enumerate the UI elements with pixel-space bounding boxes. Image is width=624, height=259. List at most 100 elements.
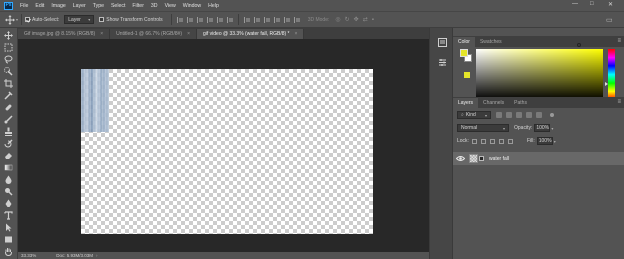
lock-all-icon[interactable] xyxy=(507,138,513,144)
lock-label: Lock: xyxy=(457,138,469,144)
close-icon[interactable]: × xyxy=(187,31,190,37)
layer-thumbnail[interactable] xyxy=(469,154,478,163)
move-tool-preset-icon[interactable] xyxy=(5,14,15,25)
lock-image-icon[interactable] xyxy=(480,138,486,144)
menu-3d[interactable]: 3D xyxy=(151,3,158,9)
canvas-workspace[interactable] xyxy=(18,39,429,252)
rectangle-tool-icon[interactable] xyxy=(4,235,13,244)
marquee-tool-icon[interactable] xyxy=(4,43,13,52)
lock-position-icon[interactable] xyxy=(489,138,495,144)
layer-row[interactable]: water fall xyxy=(453,152,624,165)
chevron-right-icon[interactable]: › xyxy=(96,253,98,258)
distribute-hcenter-icon[interactable] xyxy=(283,16,290,23)
blend-mode-dropdown[interactable]: Normal ▾ xyxy=(457,124,509,132)
path-selection-tool-icon[interactable] xyxy=(4,223,13,232)
lasso-tool-icon[interactable] xyxy=(4,55,13,64)
smart-object-filter-icon[interactable] xyxy=(536,112,542,118)
hand-tool-icon[interactable] xyxy=(4,247,13,256)
history-brush-tool-icon[interactable] xyxy=(4,139,13,148)
hue-slider[interactable] xyxy=(608,49,615,100)
3d-slide-icon[interactable]: ⇄ xyxy=(363,16,368,23)
opacity-input[interactable]: 100% xyxy=(534,124,551,132)
minimize-button[interactable]: — xyxy=(572,1,578,7)
fill-input[interactable]: 100% xyxy=(536,137,553,145)
quick-select-tool-icon[interactable] xyxy=(4,67,13,76)
chevron-down-icon: ▾ xyxy=(88,17,91,22)
menu-edit[interactable]: Edit xyxy=(35,3,44,9)
zoom-level[interactable]: 33.33% xyxy=(21,253,36,258)
menu-filter[interactable]: Filter xyxy=(132,3,144,9)
type-filter-icon[interactable] xyxy=(516,112,522,118)
chevron-down-icon[interactable]: ▾ xyxy=(551,126,553,131)
align-bottom-icon[interactable] xyxy=(196,16,203,23)
tab-gif-image[interactable]: Gif image.jpg @ 8.15% (RGB/8) × xyxy=(18,29,111,39)
color-saturation-field[interactable] xyxy=(476,49,603,100)
3d-orbit-icon[interactable]: ◎ xyxy=(335,16,340,23)
shape-filter-icon[interactable] xyxy=(526,112,532,118)
move-tool-icon[interactable] xyxy=(4,31,13,40)
eraser-tool-icon[interactable] xyxy=(4,151,13,160)
distribute-center-icon[interactable] xyxy=(253,16,260,23)
distribute-right-icon[interactable] xyxy=(293,16,300,23)
close-icon[interactable]: × xyxy=(295,31,298,37)
clone-stamp-tool-icon[interactable] xyxy=(4,127,13,136)
gamut-warning-swatch[interactable] xyxy=(464,72,470,78)
crop-tool-icon[interactable] xyxy=(4,79,13,88)
pen-tool-icon[interactable] xyxy=(4,199,13,208)
color-picker-marker[interactable] xyxy=(577,43,581,47)
tools-panel xyxy=(0,28,18,259)
menu-type[interactable]: Type xyxy=(93,3,104,9)
photoshop-logo: Ps xyxy=(4,1,13,10)
layer-name[interactable]: water fall xyxy=(489,156,509,162)
brush-tool-icon[interactable] xyxy=(4,115,13,124)
eyedropper-tool-icon[interactable] xyxy=(4,91,13,100)
menu-window[interactable]: Window xyxy=(183,3,201,9)
3d-roll-icon[interactable]: ↻ xyxy=(345,16,350,23)
menu-help[interactable]: Help xyxy=(208,3,219,9)
waterfall-image[interactable] xyxy=(81,69,109,132)
menu-image[interactable]: Image xyxy=(51,3,65,9)
menu-layer[interactable]: Layer xyxy=(73,3,86,9)
auto-select-target-dropdown[interactable]: Layer ▾ xyxy=(64,15,95,24)
align-left-icon[interactable] xyxy=(206,16,213,23)
chevron-down-icon[interactable]: ▾ xyxy=(554,139,556,144)
menu-file[interactable]: File xyxy=(20,3,28,9)
distribute-left-icon[interactable] xyxy=(273,16,280,23)
tab-gif-video[interactable]: gif video @ 33.3% (water fall, RGB/8) * … xyxy=(197,29,305,39)
foreground-color-swatch[interactable] xyxy=(460,49,468,57)
tab-untitled-1[interactable]: Untitled-1 @ 66.7% (RGB/8#) × xyxy=(110,29,197,39)
distribute-top-icon[interactable] xyxy=(243,16,250,23)
chevron-down-icon[interactable]: ▾ xyxy=(16,17,18,22)
layer-filter-kind-dropdown[interactable]: ⌕ Kind ▾ xyxy=(457,111,491,119)
align-right-icon[interactable] xyxy=(226,16,233,23)
dodge-tool-icon[interactable] xyxy=(4,187,13,196)
properties-panel-icon[interactable] xyxy=(438,58,447,67)
gradient-tool-icon[interactable] xyxy=(4,163,13,172)
close-window-button[interactable]: ✕ xyxy=(608,1,613,8)
3d-pan-icon[interactable]: ✥ xyxy=(354,16,359,23)
adjustment-filter-icon[interactable] xyxy=(506,112,512,118)
type-tool-icon[interactable] xyxy=(4,211,13,220)
maximize-button[interactable]: □ xyxy=(590,1,594,7)
align-vertical-center-icon[interactable] xyxy=(186,16,193,23)
align-horizontal-center-icon[interactable] xyxy=(216,16,223,23)
pixel-filter-icon[interactable] xyxy=(496,112,502,118)
3d-scale-icon[interactable]: ▪ xyxy=(372,17,374,23)
distribute-bottom-icon[interactable] xyxy=(263,16,270,23)
show-transform-checkbox[interactable] xyxy=(99,17,105,22)
document-canvas[interactable] xyxy=(81,69,373,234)
menu-view[interactable]: View xyxy=(165,3,176,9)
menu-select[interactable]: Select xyxy=(111,3,125,9)
lock-artboard-icon[interactable] xyxy=(498,138,504,144)
healing-brush-tool-icon[interactable] xyxy=(4,103,13,112)
lock-transparency-icon[interactable] xyxy=(471,138,477,144)
history-panel-icon[interactable] xyxy=(438,38,447,47)
filter-toggle-icon[interactable] xyxy=(550,113,554,117)
hue-slider-handle[interactable] xyxy=(605,82,608,86)
blur-tool-icon[interactable] xyxy=(4,175,13,184)
auto-select-checkbox[interactable] xyxy=(25,17,31,22)
eye-icon[interactable] xyxy=(455,154,466,163)
close-icon[interactable]: × xyxy=(100,31,103,37)
workspace-icon[interactable]: ▭ xyxy=(606,16,613,24)
align-top-icon[interactable] xyxy=(176,16,183,23)
